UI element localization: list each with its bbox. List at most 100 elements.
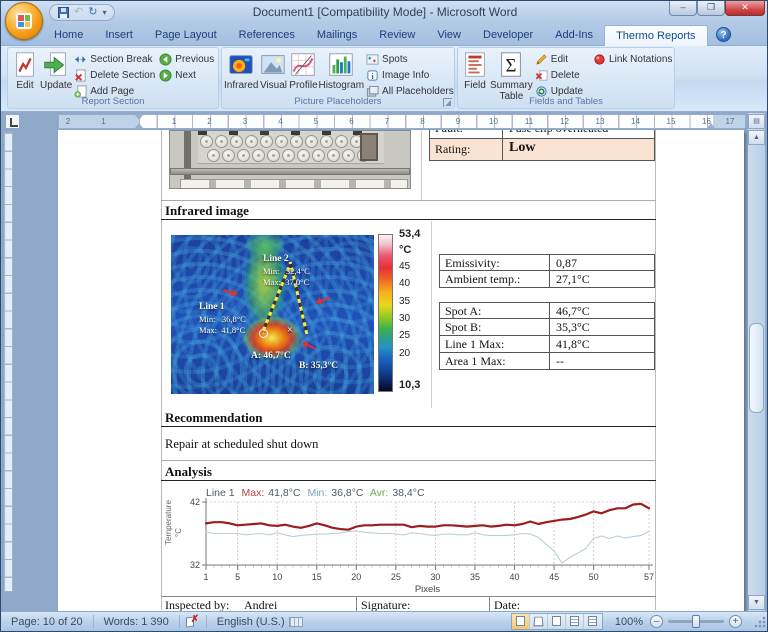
next-button[interactable]: Next bbox=[157, 67, 216, 83]
ruler-number: 10 bbox=[489, 117, 498, 126]
profile-button[interactable]: Profile bbox=[288, 49, 318, 92]
group-report-section: Edit Update Section Break Delete Section bbox=[7, 47, 219, 109]
ruler-number: 12 bbox=[560, 117, 569, 126]
svg-text:5: 5 bbox=[235, 572, 240, 582]
resize-grip[interactable] bbox=[753, 614, 767, 629]
measurement-value: 41,8°C bbox=[556, 337, 590, 351]
save-icon[interactable] bbox=[58, 7, 69, 18]
zoom-slider-handle[interactable] bbox=[692, 615, 700, 628]
ruler-number: 2 bbox=[65, 117, 71, 126]
scroll-up-icon[interactable]: ▲ bbox=[748, 130, 765, 145]
previous-button[interactable]: Previous bbox=[157, 51, 216, 67]
delete-field-button[interactable]: Delete bbox=[533, 67, 585, 83]
group-label: Report Section bbox=[81, 96, 145, 107]
fuse-icon bbox=[252, 149, 265, 162]
edit-field-button[interactable]: Edit bbox=[533, 51, 585, 67]
image-info-button[interactable]: i Image Info bbox=[364, 67, 456, 83]
minimize-button[interactable]: – bbox=[669, 1, 697, 16]
tab-add-ins[interactable]: Add-Ins bbox=[544, 25, 604, 46]
zoom-slider[interactable] bbox=[668, 615, 724, 628]
tab-view[interactable]: View bbox=[426, 25, 472, 46]
svg-text:32: 32 bbox=[190, 560, 200, 570]
tab-stop-selector[interactable] bbox=[5, 114, 20, 129]
keyboard-layout-icon[interactable] bbox=[288, 616, 303, 627]
web-layout-view-icon[interactable] bbox=[548, 614, 566, 629]
fault-table-row: Fault:Fuse clip overheated bbox=[429, 130, 655, 139]
field-button[interactable]: Field bbox=[460, 49, 490, 92]
page-indicator[interactable]: Page: 10 of 20 bbox=[7, 616, 87, 628]
measurement-row: Area 1 Max: -- bbox=[439, 353, 655, 370]
visual-photo[interactable] bbox=[169, 130, 411, 189]
edit-pencil-icon bbox=[536, 53, 547, 65]
tab-thermo-reports[interactable]: Thermo Reports bbox=[604, 25, 708, 46]
spot-b-label: B: 35,3°C bbox=[299, 361, 339, 371]
footer-inspected-label: Inspected by: bbox=[165, 598, 230, 611]
delete-section-button[interactable]: Delete Section bbox=[72, 67, 157, 83]
zoom-in-button[interactable]: + bbox=[729, 615, 742, 628]
print-layout-view-icon[interactable] bbox=[511, 614, 530, 629]
tab-references[interactable]: References bbox=[228, 25, 306, 46]
section-break-button[interactable]: Section Break bbox=[72, 51, 157, 67]
close-button[interactable]: ✕ bbox=[725, 1, 765, 16]
zoom-level[interactable]: 100% bbox=[611, 616, 647, 628]
maximize-button[interactable]: ❐ bbox=[697, 1, 725, 16]
field-icon bbox=[465, 52, 485, 77]
edit-report-button[interactable]: Edit bbox=[10, 49, 40, 92]
fuse-icon bbox=[237, 149, 250, 162]
summary-table-icon: Σ bbox=[501, 52, 522, 77]
update-report-button[interactable]: Update bbox=[40, 49, 72, 92]
word-count[interactable]: Words: 1 390 bbox=[100, 616, 173, 628]
proofing-status-icon[interactable] bbox=[186, 614, 200, 627]
qat-dropdown-icon[interactable]: ▾ bbox=[102, 8, 106, 17]
hanging-indent-marker[interactable] bbox=[135, 119, 143, 128]
scrollbar-thumb[interactable] bbox=[749, 323, 764, 413]
horizontal-ruler[interactable]: 2 1 1 2 3 4 5 6 7 8 9 10 11 12 13 14 15 16 17 bbox=[58, 114, 746, 129]
undo-icon[interactable]: ↶ bbox=[74, 7, 83, 18]
outline-view-icon[interactable] bbox=[566, 614, 584, 629]
histogram-button[interactable]: Histogram bbox=[318, 49, 364, 92]
spot-b-marker: × bbox=[287, 325, 293, 336]
infrared-button[interactable]: Infrared bbox=[224, 49, 258, 92]
ruler-toggle-icon[interactable]: ▤ bbox=[748, 114, 765, 129]
svg-text:35: 35 bbox=[470, 572, 480, 582]
ruler-number: 16 bbox=[702, 117, 711, 126]
spot-a-label: A: 46,7°C bbox=[251, 351, 291, 361]
visual-button[interactable]: Visual bbox=[258, 49, 288, 92]
help-icon[interactable]: ? bbox=[716, 27, 731, 42]
cell-divider bbox=[421, 130, 422, 200]
infrared-image[interactable]: + × Line 2 Min: 32,4°C Max: 37,0°C Line 1M… bbox=[171, 235, 374, 394]
ruler-number: 15 bbox=[666, 117, 676, 126]
quick-access-toolbar: ↶ ↻ ▾ bbox=[49, 4, 116, 21]
ruler-number: 7 bbox=[384, 117, 390, 126]
tab-page-layout[interactable]: Page Layout bbox=[144, 25, 228, 46]
group-fields-and-tables: Field Σ Summary Table Edit Delete Update… bbox=[457, 47, 675, 109]
tab-insert[interactable]: Insert bbox=[94, 25, 144, 46]
dialog-launcher-icon[interactable] bbox=[443, 98, 452, 107]
vertical-scrollbar[interactable]: ▤ ▲ ▼ bbox=[748, 113, 765, 611]
arrow-icon bbox=[317, 296, 330, 304]
language-indicator[interactable]: English (U.S.) bbox=[213, 616, 289, 628]
recommendation-text: Repair at scheduled shut down bbox=[165, 437, 319, 451]
tab-home[interactable]: Home bbox=[43, 25, 94, 46]
full-screen-reading-view-icon[interactable] bbox=[530, 614, 548, 629]
tab-developer[interactable]: Developer bbox=[472, 25, 544, 46]
fault-row-label: Fault: bbox=[430, 130, 503, 138]
redo-icon[interactable]: ↻ bbox=[88, 7, 97, 18]
title-bar: Document1 [Compatibility Mode] - Microso… bbox=[1, 1, 767, 46]
spots-button[interactable]: Spots bbox=[364, 51, 456, 67]
link-notations-button[interactable]: Link Notations bbox=[591, 51, 674, 67]
zoom-out-button[interactable]: – bbox=[650, 615, 663, 628]
measurement-row: Emissivity: 0,87 bbox=[439, 254, 655, 271]
fuse-icon bbox=[230, 135, 243, 148]
ruler-number: 8 bbox=[420, 117, 425, 126]
footer-divider bbox=[356, 596, 357, 611]
tab-mailings[interactable]: Mailings bbox=[306, 25, 368, 46]
tab-review[interactable]: Review bbox=[368, 25, 426, 46]
office-button[interactable] bbox=[5, 2, 43, 40]
summary-table-button[interactable]: Σ Summary Table bbox=[490, 49, 533, 102]
svg-text:42: 42 bbox=[190, 497, 200, 507]
scroll-down-icon[interactable]: ▼ bbox=[748, 595, 765, 610]
window-controls: – ❐ ✕ bbox=[669, 1, 765, 16]
draft-view-icon[interactable] bbox=[584, 614, 602, 629]
fuse-icon bbox=[222, 149, 235, 162]
